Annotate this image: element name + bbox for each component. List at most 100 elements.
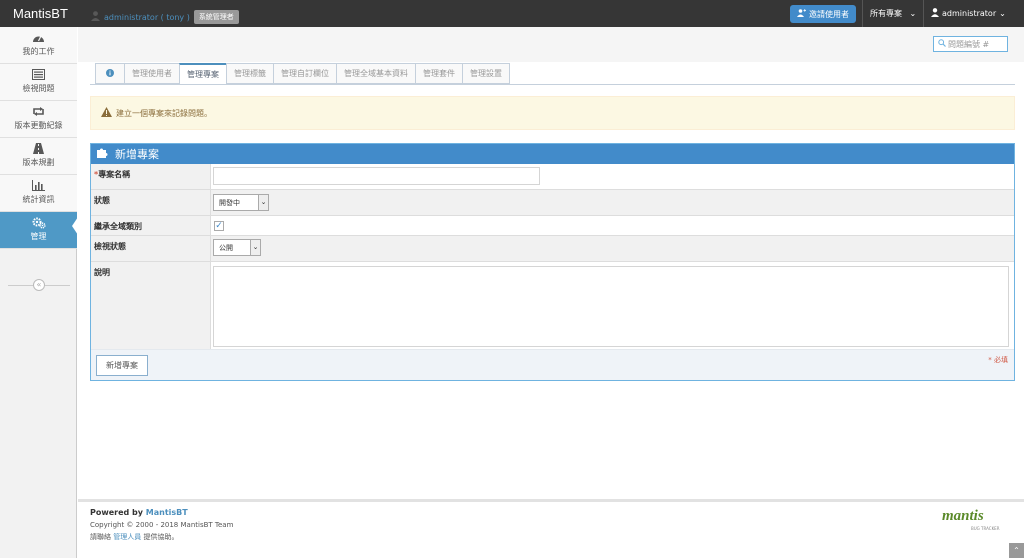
double-chevron-left-icon: «	[33, 279, 45, 291]
project-name-row: *專案名稱	[91, 164, 1014, 190]
search-placeholder: 問題編號 #	[948, 39, 990, 49]
form-title: 新增專案	[115, 148, 159, 161]
description-label: 說明	[91, 262, 211, 349]
retweet-icon	[0, 106, 77, 118]
issue-search-input[interactable]: 問題編號 #	[933, 36, 1008, 52]
sidebar-item-label: 統計資訊	[22, 195, 55, 204]
sidebar: 我的工作 檢視問題 版本更動紀錄 版本規劃 統計資訊 管理 «	[0, 27, 78, 558]
double-chevron-up-icon: ⌃	[1013, 546, 1020, 555]
inherit-categories-checkbox[interactable]: ✓	[214, 221, 224, 231]
active-indicator-arrow	[72, 217, 78, 235]
contact-prefix: 請聯絡	[90, 533, 114, 541]
road-icon	[0, 143, 77, 155]
page-footer: Powered by MantisBT Copyright © 2000 - 2…	[78, 499, 1024, 558]
invite-user-label: 邀請使用者	[809, 9, 849, 19]
tab-manage-configuration[interactable]: 管理設置	[462, 63, 510, 84]
powered-prefix: Powered by	[90, 508, 146, 517]
bar-chart-icon	[0, 180, 77, 192]
powered-by: Powered by MantisBT	[90, 508, 188, 517]
user-icon	[931, 8, 939, 19]
chevron-down-icon: ⌄	[999, 9, 1006, 18]
user-menu[interactable]: administrator ⌄	[931, 8, 1006, 19]
user-icon	[91, 11, 100, 23]
scroll-to-top-button[interactable]: ⌃	[1009, 543, 1024, 558]
add-project-button[interactable]: 新增專案	[96, 355, 148, 376]
form-header: 新增專案	[91, 144, 1014, 164]
tab-manage-users[interactable]: 管理使用者	[124, 63, 179, 84]
add-project-form: 新增專案 *專案名稱 狀態 開發中 ⌄ 繼承全域類別 ✓ 檢視狀態 公開 ⌄ 說…	[90, 143, 1015, 381]
logo-text: mantis	[942, 508, 984, 524]
sidebar-item-label: 版本規劃	[22, 158, 55, 167]
form-footer: 新增專案 * 必填	[91, 349, 1014, 380]
view-status-select-value: 公開	[219, 243, 233, 252]
breadcrumb: administrator ( tony ) 系統管理者	[91, 10, 239, 24]
tab-manage-global-profiles[interactable]: 管理全域基本資料	[336, 63, 415, 84]
tab-manage-projects[interactable]: 管理專案	[179, 63, 226, 85]
mantis-logo[interactable]: mantis	[942, 508, 984, 525]
warning-icon	[101, 107, 112, 119]
gears-icon	[0, 217, 77, 229]
sidebar-item-manage[interactable]: 管理	[0, 212, 77, 249]
alert-text: 建立一個專案來記錄問題。	[116, 108, 212, 118]
tab-manage-custom-fields[interactable]: 管理自訂欄位	[273, 63, 336, 84]
warning-alert: 建立一個專案來記錄問題。	[90, 96, 1015, 130]
project-menu-label: 所有專案	[870, 9, 902, 18]
search-icon	[938, 39, 946, 49]
project-name-input[interactable]	[213, 167, 540, 185]
view-status-label: 檢視狀態	[91, 236, 211, 261]
breadcrumb-user-link[interactable]: administrator ( tony )	[104, 13, 190, 22]
required-note: * 必填	[988, 356, 1008, 364]
tab-info[interactable]	[95, 63, 124, 84]
sidebar-item-label: 版本更動紀錄	[14, 121, 63, 130]
user-plus-icon	[797, 9, 806, 19]
info-circle-icon	[106, 68, 114, 79]
copyright: Copyright © 2000 - 2018 MantisBT Team	[90, 521, 234, 529]
user-menu-label: administrator	[942, 9, 997, 18]
sidebar-item-label: 檢視問題	[22, 84, 55, 93]
role-badge: 系統管理者	[193, 10, 239, 24]
status-select-value: 開發中	[219, 198, 240, 207]
chevron-down-icon: ⌄	[250, 240, 260, 255]
status-select[interactable]: 開發中 ⌄	[213, 194, 269, 211]
field-cell: 開發中 ⌄	[211, 190, 1014, 215]
sidebar-collapse-toggle[interactable]: «	[8, 279, 70, 291]
sidebar-item-roadmap[interactable]: 版本規劃	[0, 138, 77, 175]
project-name-label-text: 專案名稱	[98, 170, 131, 179]
chevron-down-icon: ⌄	[909, 9, 917, 18]
puzzle-piece-icon	[97, 147, 109, 161]
contact-suffix: 提供協助。	[141, 533, 179, 541]
invite-user-button[interactable]: 邀請使用者	[790, 5, 856, 23]
field-cell	[211, 164, 1014, 189]
sidebar-item-changelog[interactable]: 版本更動紀錄	[0, 101, 77, 138]
view-status-select[interactable]: 公開 ⌄	[213, 239, 261, 256]
check-icon: ✓	[215, 221, 223, 231]
brand-logo[interactable]: MantisBT	[13, 6, 68, 21]
field-cell: 公開 ⌄	[211, 236, 1014, 261]
sidebar-item-summary[interactable]: 統計資訊	[0, 175, 77, 212]
breadcrumb-bar	[78, 27, 1024, 62]
field-cell: ✓	[211, 216, 1014, 235]
tab-manage-tags[interactable]: 管理標籤	[226, 63, 273, 84]
administrator-link[interactable]: 管理人員	[113, 533, 141, 541]
view-status-row: 檢視狀態 公開 ⌄	[91, 236, 1014, 262]
sidebar-item-my-view[interactable]: 我的工作	[0, 27, 77, 64]
mantisbt-link[interactable]: MantisBT	[146, 508, 188, 517]
project-menu[interactable]: 所有專案 ⌄	[870, 8, 916, 19]
manage-tabs: 管理使用者 管理專案 管理標籤 管理自訂欄位 管理全域基本資料 管理套件 管理設…	[95, 63, 510, 85]
list-icon	[0, 69, 77, 81]
description-textarea[interactable]	[213, 266, 1009, 347]
description-row: 說明	[91, 262, 1014, 349]
sidebar-item-label: 管理	[30, 232, 47, 241]
navbar-divider	[923, 0, 924, 27]
contact-line: 請聯絡 管理人員 提供協助。	[90, 532, 178, 542]
inherit-categories-row: 繼承全域類別 ✓	[91, 216, 1014, 236]
sidebar-item-view-issues[interactable]: 檢視問題	[0, 64, 77, 101]
tab-manage-plugins[interactable]: 管理套件	[415, 63, 462, 84]
chevron-down-icon: ⌄	[258, 195, 268, 210]
tab-divider	[90, 84, 1015, 85]
logo-subtitle: BUG TRACKER	[971, 526, 1000, 531]
field-cell	[211, 262, 1014, 349]
tachometer-icon	[0, 32, 77, 44]
inherit-categories-label: 繼承全域類別	[91, 216, 211, 235]
navbar-divider	[862, 0, 863, 27]
